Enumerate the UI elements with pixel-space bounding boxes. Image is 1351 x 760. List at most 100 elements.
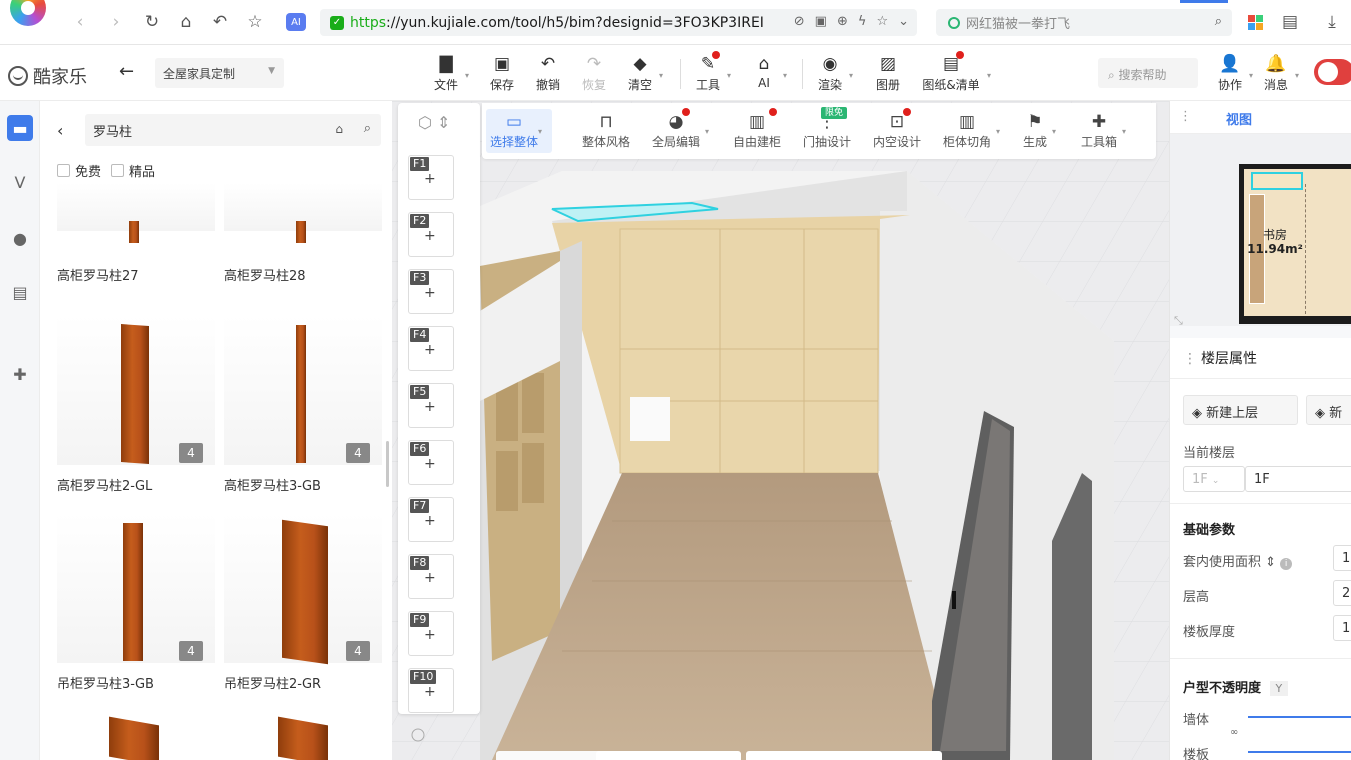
back-arrow-icon[interactable]: ← xyxy=(119,61,134,82)
tools-button[interactable]: ✎ 工具 ▾ xyxy=(694,51,731,97)
forward-icon[interactable]: › xyxy=(104,10,128,34)
select-whole-button[interactable]: ▭ 选择整体 ▾ xyxy=(490,111,542,150)
overall-style-button[interactable]: ⊓ 整体风格 xyxy=(582,111,630,150)
block-icon[interactable]: ⊘ xyxy=(794,14,805,29)
floor-plan-minimap[interactable]: 书房 11.94m² ⤡ xyxy=(1170,134,1351,328)
download-icon[interactable]: ⤓ xyxy=(1320,10,1344,34)
plus-icon: + xyxy=(424,456,436,472)
chevron-down-icon[interactable]: ⌄ xyxy=(898,14,909,29)
slab-thickness-input[interactable]: 1 xyxy=(1333,615,1351,641)
home-search-icon[interactable]: ⌂ xyxy=(335,122,343,136)
panel-scrollbar[interactable] xyxy=(386,441,389,487)
cube-icon[interactable]: ⬡ ⇕ xyxy=(418,113,450,132)
floor-item[interactable]: F3 + xyxy=(408,269,454,314)
drag-handle-icon[interactable]: ⋮ xyxy=(1179,109,1192,124)
product-name: 高柜罗马柱28 xyxy=(224,269,306,284)
current-floor-select[interactable]: 1F ⌄ xyxy=(1183,466,1245,492)
area-input[interactable]: 10 xyxy=(1333,545,1351,571)
messages-button[interactable]: 🔔 消息 ▾ xyxy=(1262,53,1299,97)
tool-label: 全局编辑 xyxy=(652,135,701,149)
basic-params-heading: 基础参数 xyxy=(1183,523,1236,538)
save-button[interactable]: ▣ 保存 xyxy=(488,53,516,97)
variant-count-badge: 4 xyxy=(346,443,370,463)
corner-cut-button[interactable]: ▥ 柜体切角 ▾ xyxy=(943,111,1000,150)
corner-icon: ▥ xyxy=(958,112,976,132)
search-icon[interactable]: ⌕ xyxy=(364,121,371,136)
reload-icon[interactable]: ↻ xyxy=(140,10,164,34)
drawings-button[interactable]: ▤ 图纸&清单 ▾ xyxy=(920,51,991,97)
floor-item[interactable]: F5 + xyxy=(408,383,454,428)
undo-button[interactable]: ↶ 撤销 xyxy=(534,53,562,97)
reader-icon[interactable]: ▤ xyxy=(1278,10,1302,34)
floor-label: F2 xyxy=(410,214,430,228)
global-edit-button[interactable]: ◕ 全局编辑 ▾ xyxy=(652,108,709,150)
wall-opacity-slider[interactable] xyxy=(1248,716,1351,718)
user-icon[interactable]: ● xyxy=(7,225,33,251)
chevron-left-icon[interactable]: ‹ xyxy=(57,121,63,140)
column-model xyxy=(121,324,149,464)
height-input[interactable]: 2 xyxy=(1333,580,1351,606)
resize-icon[interactable]: ⤡ xyxy=(1174,314,1183,328)
slab-opacity-slider[interactable] xyxy=(1248,751,1351,753)
floor-item[interactable]: F7 + xyxy=(408,497,454,542)
address-bar[interactable]: ✓ https://yun.kujiale.com/tool/h5/bim?de… xyxy=(320,9,917,36)
home-icon[interactable]: ⌂ xyxy=(174,10,198,34)
free-cabinet-button[interactable]: ▥ 自由建柜 xyxy=(733,108,781,150)
clear-button[interactable]: ◆ 清空 ▾ xyxy=(626,53,663,97)
cabinet-icon[interactable]: ▤ xyxy=(7,279,33,305)
toolbox-button[interactable]: ✚ 工具箱 ▾ xyxy=(1081,111,1126,150)
info-icon[interactable]: i xyxy=(1280,558,1293,570)
current-floor-input[interactable]: 1F xyxy=(1245,466,1351,492)
bottom-tabs xyxy=(406,751,1126,760)
floor-item[interactable]: F9 + xyxy=(408,611,454,656)
premium-checkbox[interactable]: 精品 xyxy=(111,161,155,180)
floor-item[interactable]: F4 + xyxy=(408,326,454,371)
file-button[interactable]: ▇ 文件 ▾ xyxy=(432,53,469,97)
redo-button[interactable]: ↷ 恢复 xyxy=(580,53,608,97)
product-search-input[interactable] xyxy=(93,120,313,140)
bookmark-star-icon[interactable]: ☆ xyxy=(243,10,267,34)
vip-icon[interactable]: Ⅴ xyxy=(7,169,33,195)
clipboard-icon[interactable]: ▣ xyxy=(815,14,827,29)
puzzle-icon[interactable]: ✚ xyxy=(7,361,33,387)
collab-button[interactable]: 👤 协作 ▾ xyxy=(1216,53,1253,97)
generate-button[interactable]: ⚑ 生成 ▾ xyxy=(1023,111,1056,150)
link-icon[interactable]: ∞ xyxy=(1230,727,1238,738)
scheme-select[interactable]: 全屋家具定制 ▼ xyxy=(155,58,284,88)
sofa-icon[interactable]: ▬ xyxy=(7,115,33,141)
caret-icon: ▾ xyxy=(1122,127,1127,136)
album-button[interactable]: ▨ 图册 xyxy=(874,53,902,97)
help-search-input[interactable]: ⌕ 搜索帮助 xyxy=(1098,58,1198,88)
floor-item[interactable]: F8 + xyxy=(408,554,454,599)
ai-extension-icon[interactable]: AI xyxy=(286,13,306,31)
floor-item[interactable]: F10 + xyxy=(408,668,454,713)
column-model xyxy=(278,716,328,760)
3d-viewport[interactable]: ⬡ ⇕ F1 + F2 + F3 + F4 + F5 + F6 + F7 + F8 + F9 + … xyxy=(392,101,1169,760)
door-drawer-button[interactable]: ⋮ 门抽设计 限免 xyxy=(803,107,851,150)
floor-item[interactable]: F2 + xyxy=(408,212,454,257)
new-upper-floor-button[interactable]: ◈ 新建上层 xyxy=(1183,395,1298,425)
bottom-tab[interactable] xyxy=(746,751,942,760)
brand-logo[interactable]: 酷家乐 xyxy=(8,63,87,89)
floor-item[interactable]: F6 + xyxy=(408,440,454,485)
tab-view[interactable]: 视图 xyxy=(1226,101,1252,128)
lightning-icon[interactable]: ϟ xyxy=(858,14,867,29)
search-icon[interactable]: ⌕ xyxy=(1215,14,1222,29)
undo-tab-icon[interactable]: ↶ xyxy=(208,10,232,34)
product-panel: ‹ ⌂ ⌕ 免费 精品 ☰ 综合 ⊽ 筛选 高柜罗马柱27 高柜罗马柱28 4 … xyxy=(41,101,392,760)
back-icon[interactable]: ‹ xyxy=(68,10,92,34)
floor-item[interactable]: F1 + xyxy=(408,155,454,200)
favorite-star-icon[interactable]: ☆ xyxy=(876,14,888,29)
zoom-icon[interactable]: ⊕ xyxy=(837,14,848,29)
render-button[interactable]: ◉ 渲染 ▾ xyxy=(816,53,853,97)
palette-icon: ◕ xyxy=(668,112,684,132)
ai-button[interactable]: ⌂ AI ▾ xyxy=(750,53,787,97)
interior-design-button[interactable]: ⊡ 内空设计 xyxy=(873,108,921,150)
users-icon: 👤 xyxy=(1219,54,1241,74)
browser-search-box[interactable]: 网红猫被一拳打飞 ⌕ xyxy=(936,9,1232,36)
new-floor-button[interactable]: ◈ 新 xyxy=(1306,395,1351,425)
free-checkbox[interactable]: 免费 xyxy=(57,161,101,180)
bottom-tab[interactable] xyxy=(596,751,741,760)
mode-toggle[interactable] xyxy=(1314,59,1351,85)
apps-grid-icon[interactable] xyxy=(1243,10,1267,34)
